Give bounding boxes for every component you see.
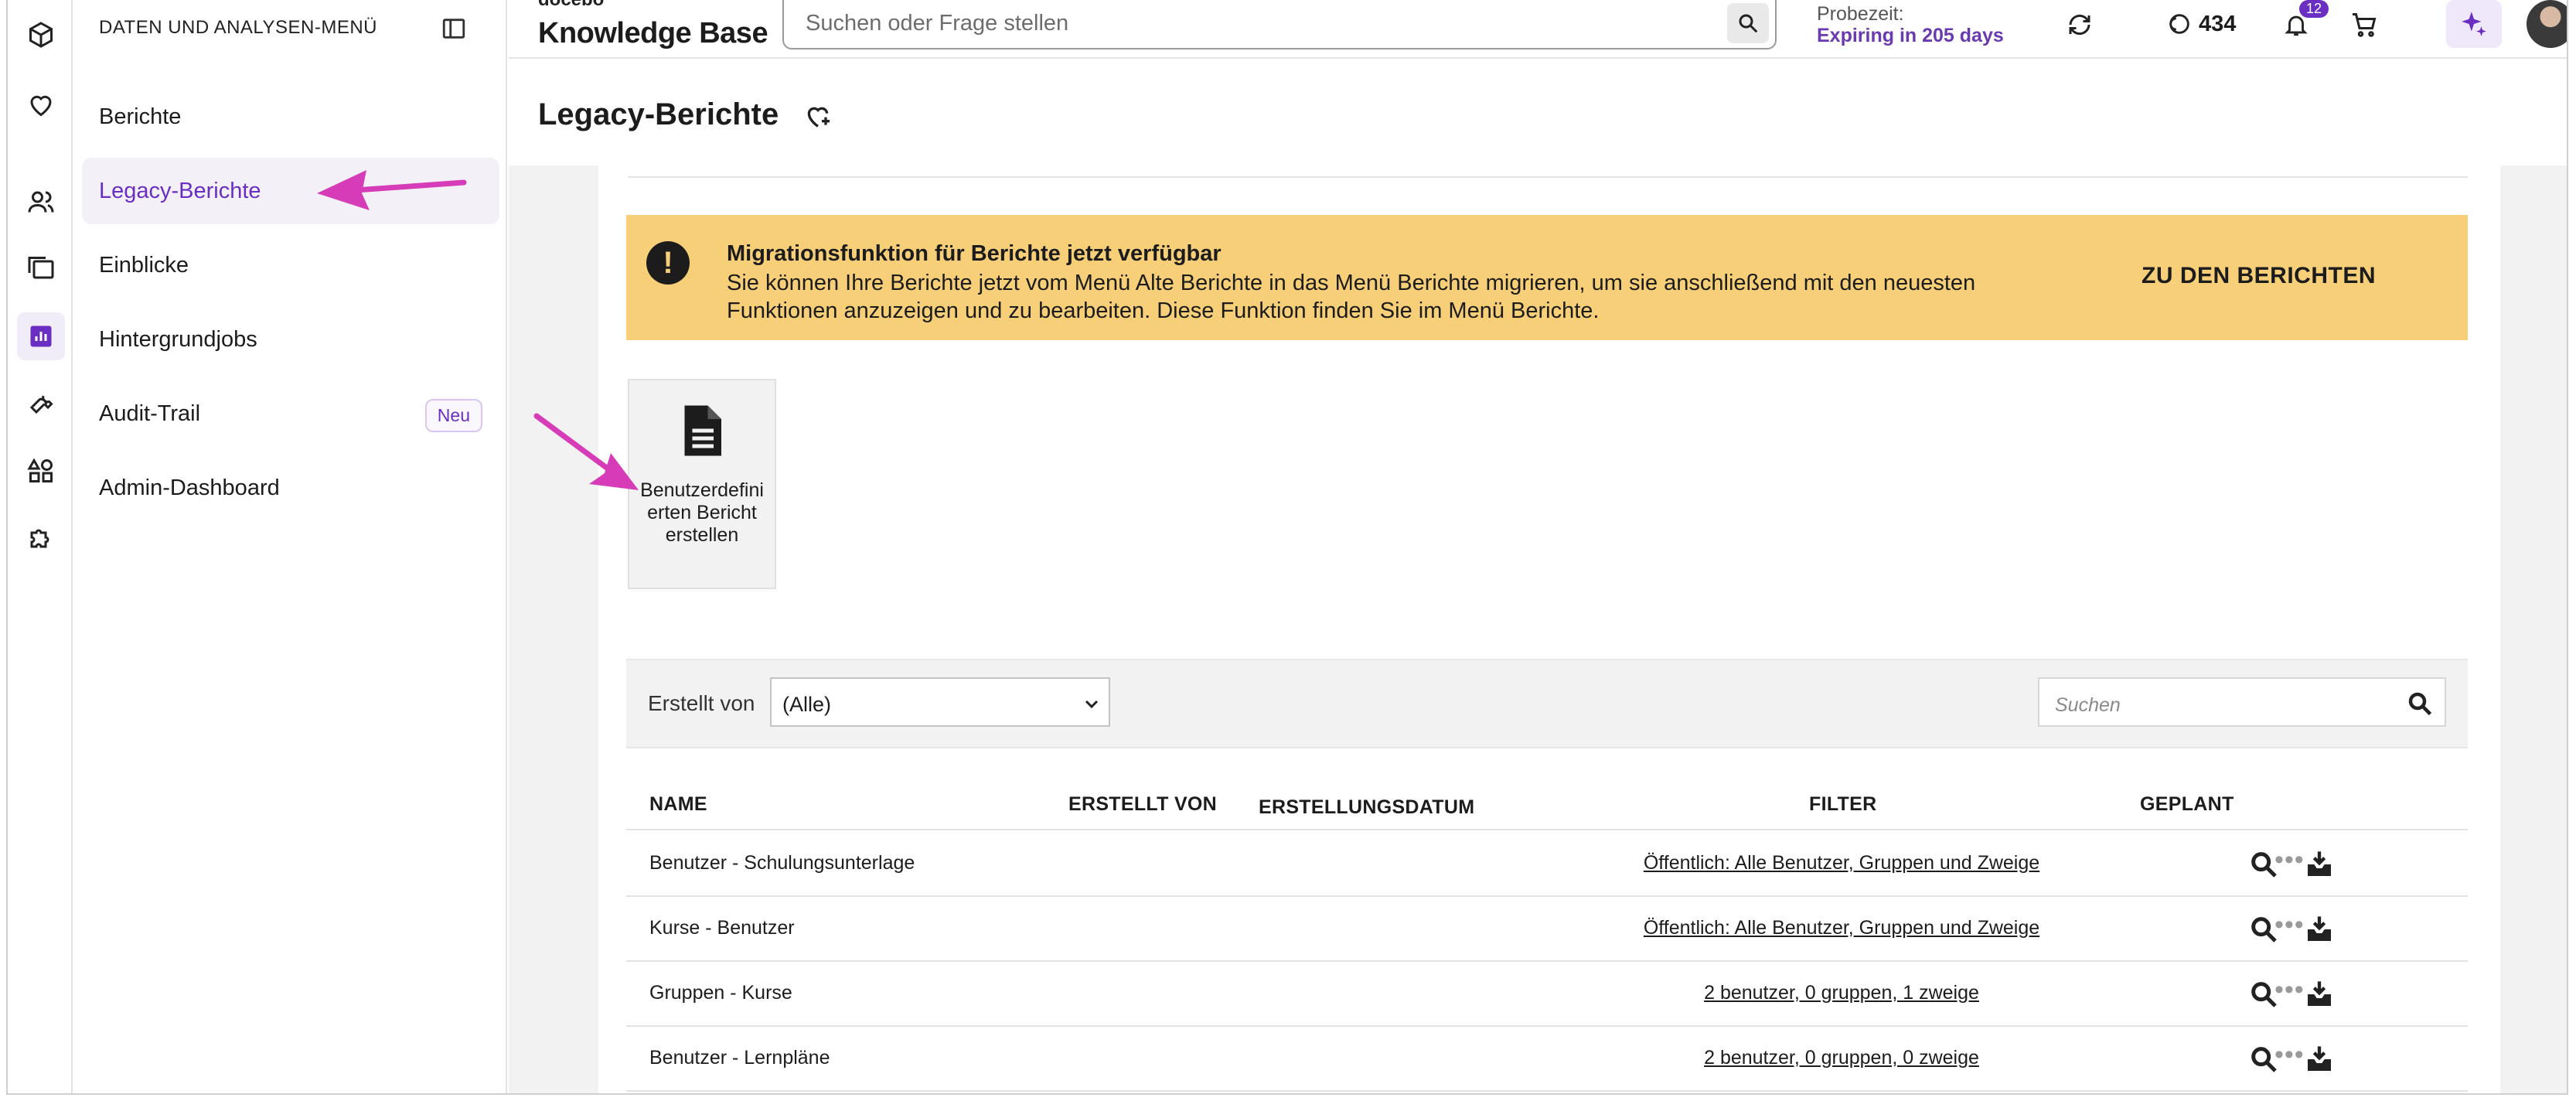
- col-scheduled: GEPLANT: [2140, 793, 2234, 815]
- sidebar-item-admin-dashboard[interactable]: Admin-Dashboard: [82, 455, 499, 521]
- sidebar-item-label: Einblicke: [99, 252, 189, 278]
- sidebar-item-label: Legacy-Berichte: [99, 178, 261, 203]
- filter-bar: Erstellt von (Alle) Suchen: [626, 659, 2468, 748]
- download-icon[interactable]: [2304, 979, 2335, 1010]
- sidebar-item-label: Hintergrundjobs: [99, 326, 257, 352]
- col-filter: FILTER: [1809, 793, 1877, 815]
- migration-banner: ! Migrationsfunktion für Berichte jetzt …: [626, 215, 2468, 340]
- download-icon[interactable]: [2304, 1044, 2335, 1075]
- shapes-icon[interactable]: [17, 447, 65, 495]
- report-name: Benutzer - Lernpläne: [649, 1047, 830, 1069]
- col-created-date[interactable]: ERSTELLUNGSDATUM: [1259, 796, 1474, 819]
- folders-icon[interactable]: [17, 244, 65, 292]
- search-button[interactable]: [1727, 3, 1769, 43]
- report-filter-link[interactable]: 2 benutzer, 0 gruppen, 1 zweige: [1463, 982, 2220, 1004]
- credits-icon: [2169, 14, 2189, 34]
- brand-logo[interactable]: Knowledge Base: [538, 17, 768, 50]
- notification-count: 12: [2299, 0, 2329, 18]
- more-options-icon[interactable]: •••: [2274, 847, 2305, 873]
- table-header: NAME ERSTELLT VON ERSTELLUNGSDATUM FILTE…: [626, 776, 2468, 830]
- search-placeholder: Suchen oder Frage stellen: [806, 11, 1069, 36]
- search-icon: [1739, 14, 1758, 33]
- sidebar-collapse-icon[interactable]: [441, 15, 467, 42]
- trial-label: Probezeit:: [1817, 3, 1904, 25]
- puzzle-icon[interactable]: [17, 513, 65, 561]
- top-header: docebo Knowledge Base Suchen oder Frage …: [509, 0, 2567, 59]
- user-avatar[interactable]: [2527, 0, 2567, 48]
- credits-counter[interactable]: 434: [2166, 11, 2236, 37]
- chart-icon[interactable]: [17, 312, 65, 360]
- download-icon[interactable]: [2304, 849, 2335, 880]
- select-value: (Alle): [782, 693, 832, 716]
- col-name[interactable]: NAME: [649, 793, 707, 816]
- create-custom-report-tile[interactable]: Benutzerdefinierten Bericht erstellen: [628, 379, 776, 589]
- banner-title: Migrationsfunktion für Berichte jetzt ve…: [727, 241, 1222, 266]
- icon-rail: [8, 0, 73, 1093]
- sidebar-title: DATEN UND ANALYSEN-MENÜ: [99, 17, 377, 38]
- users-icon[interactable]: [17, 178, 65, 226]
- more-options-icon[interactable]: •••: [2274, 977, 2305, 1003]
- annotation-arrow-tile: [533, 413, 639, 490]
- divider: [628, 176, 2468, 178]
- ai-assistant-button[interactable]: [2446, 0, 2502, 48]
- sidebar-item-einblicke[interactable]: Einblicke: [82, 232, 499, 298]
- sync-icon[interactable]: [2063, 8, 2097, 42]
- add-favorite-icon[interactable]: [802, 101, 833, 131]
- download-icon[interactable]: [2304, 914, 2335, 945]
- report-name: Kurse - Benutzer: [649, 917, 795, 939]
- go-to-reports-link[interactable]: ZU DEN BERICHTEN: [2142, 263, 2376, 289]
- document-icon: [684, 405, 721, 456]
- table-row: Benutzer - Schulungsunterlage Öffentlich…: [626, 832, 2468, 897]
- tile-label: Benutzerdefinierten Bericht erstellen: [640, 479, 764, 546]
- table-row: Gruppen - Kurse 2 benutzer, 0 gruppen, 1…: [626, 962, 2468, 1027]
- table-search-placeholder: Suchen: [2055, 694, 2121, 716]
- col-created-by[interactable]: ERSTELLT VON: [1068, 793, 1217, 816]
- new-badge: Neu: [424, 399, 482, 432]
- sidebar-item-label: Audit-Trail: [99, 401, 201, 426]
- banner-text: Sie können Ihre Berichte jetzt vom Menü …: [727, 271, 1976, 323]
- cube-icon[interactable]: [17, 11, 65, 59]
- sidebar-item-audit-trail[interactable]: Audit-Trail Neu: [82, 380, 499, 447]
- report-name: Benutzer - Schulungsunterlage: [649, 852, 915, 874]
- cart-icon[interactable]: [2347, 8, 2381, 42]
- report-filter-link[interactable]: Öffentlich: Alle Benutzer, Gruppen und Z…: [1463, 917, 2220, 939]
- warning-icon: !: [646, 241, 690, 285]
- table-row: Kurse - Benutzer Öffentlich: Alle Benutz…: [626, 897, 2468, 962]
- wrench-icon[interactable]: [17, 379, 65, 427]
- report-filter-link[interactable]: Öffentlich: Alle Benutzer, Gruppen und Z…: [1463, 852, 2220, 874]
- table-row: Benutzer - Lernpläne 2 benutzer, 0 grupp…: [626, 1027, 2468, 1092]
- created-by-label: Erstellt von: [648, 691, 755, 715]
- more-options-icon[interactable]: •••: [2274, 912, 2305, 938]
- global-search-input[interactable]: Suchen oder Frage stellen: [782, 0, 1777, 49]
- more-options-icon[interactable]: •••: [2274, 1041, 2305, 1068]
- app-window: DATEN UND ANALYSEN-MENÜ Berichte Legacy-…: [6, 0, 2568, 1095]
- brand-logo-small: docebo: [538, 0, 604, 11]
- sidebar-item-label: Admin-Dashboard: [99, 475, 280, 500]
- table-search-input[interactable]: Suchen: [2038, 677, 2446, 727]
- sidebar-item-berichte[interactable]: Berichte: [82, 84, 499, 150]
- chevron-down-icon: [1085, 700, 1099, 709]
- sidebar-item-hintergrundjobs[interactable]: Hintergrundjobs: [82, 306, 499, 373]
- report-name: Gruppen - Kurse: [649, 982, 792, 1004]
- created-by-select[interactable]: (Alle): [770, 677, 1110, 727]
- annotation-arrow-sidebar: [317, 170, 467, 210]
- trial-expiry[interactable]: Expiring in 205 days: [1817, 25, 2004, 47]
- page-title: Legacy-Berichte: [538, 97, 779, 131]
- credits-value: 434: [2199, 11, 2237, 36]
- heart-icon[interactable]: [17, 80, 65, 128]
- search-icon[interactable]: [2406, 690, 2434, 718]
- sparkle-icon: [2462, 12, 2486, 36]
- report-filter-link[interactable]: 2 benutzer, 0 gruppen, 0 zweige: [1463, 1047, 2220, 1069]
- sidebar-item-label: Berichte: [99, 104, 182, 129]
- main-content: ! Migrationsfunktion für Berichte jetzt …: [598, 165, 2500, 1093]
